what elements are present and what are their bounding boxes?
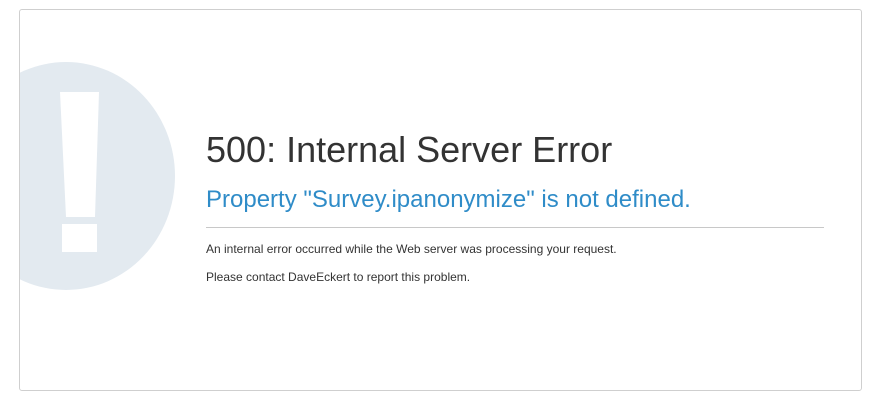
error-detail: Property "Survey.ipanonymize" is not def… — [206, 186, 691, 213]
divider — [206, 227, 824, 228]
error-title: 500: Internal Server Error — [206, 129, 613, 170]
exclamation-icon — [20, 62, 175, 290]
error-message: An internal error occurred while the Web… — [206, 242, 617, 256]
error-panel: 500: Internal Server Error Property "Sur… — [19, 9, 862, 391]
error-content: 500: Internal Server Error Property "Sur… — [206, 130, 824, 285]
contact-message: Please contact DaveEckert to report this… — [206, 270, 471, 284]
